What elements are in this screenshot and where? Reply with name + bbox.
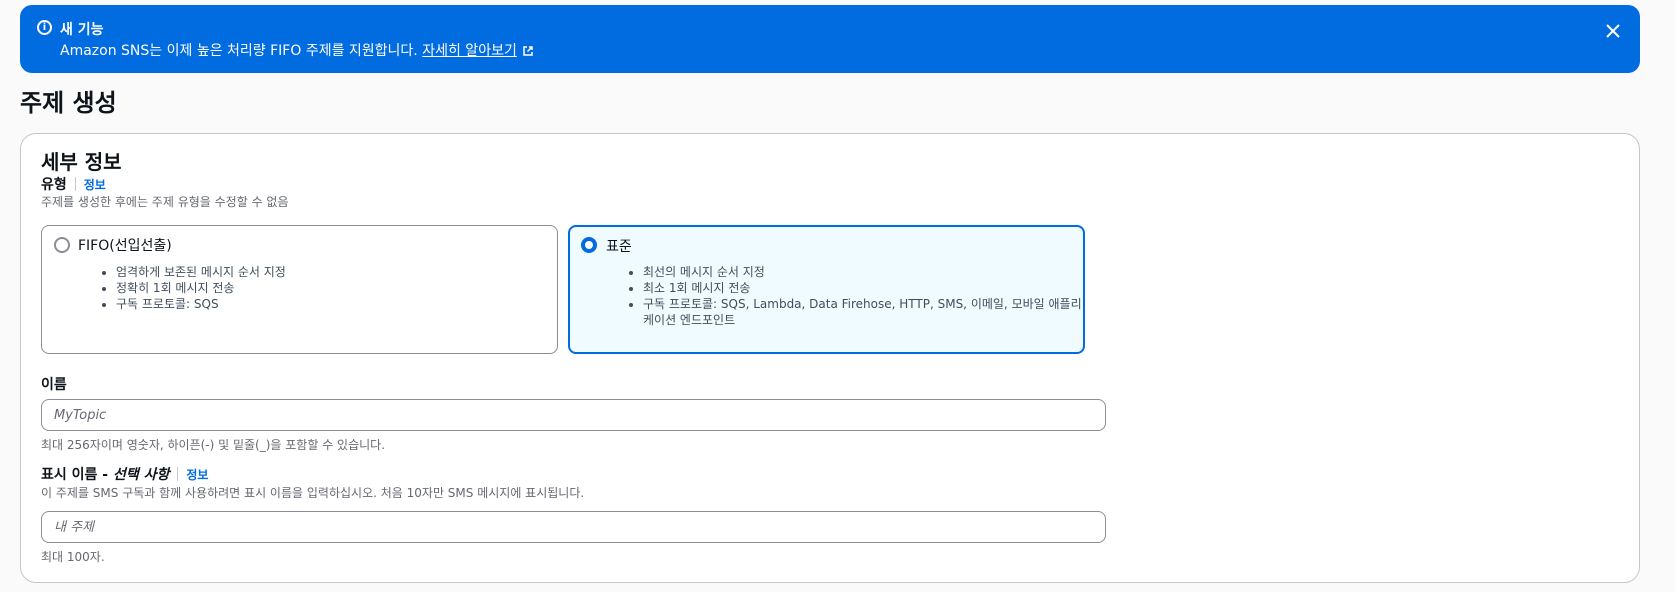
flash-title: 새 기능 [60,22,104,38]
display-name-info-link[interactable]: 정보 [186,468,208,482]
standard-radio[interactable] [581,237,597,253]
list-item: 최소 1회 메시지 전송 [643,280,1083,296]
close-icon[interactable] [1602,20,1624,42]
learn-more-link[interactable]: 자세히 알아보기 [422,43,517,59]
name-hint: 최대 256자이며 영숫자, 하이픈(-) 및 밑줄(_)을 포함할 수 있습니… [41,438,386,452]
list-item: 엄격하게 보존된 메시지 순서 지정 [116,264,556,280]
info-icon: i [37,20,52,35]
type-label-row: 유형 정보 [41,174,106,194]
standard-features: 최선의 메시지 순서 지정 최소 1회 메시지 전송 구독 프로토콜: SQS,… [627,264,1083,328]
flash-notification: i 새 기능 Amazon SNS는 이제 높은 처리량 FIFO 주제를 지원… [20,5,1640,73]
display-name-description: 이 주제를 SMS 구독과 함께 사용하려면 표시 이름을 입력하십시오. 처음… [41,486,585,500]
display-name-label: 표시 이름 - [41,467,113,483]
details-title: 세부 정보 [41,150,122,174]
list-item: 구독 프로토콜: SQS [116,296,556,312]
fifo-label: FIFO(선입선출) [78,238,172,254]
standard-label: 표준 [606,239,632,255]
list-item: 정확히 1회 메시지 전송 [116,280,556,296]
external-link-icon [523,46,533,56]
flash-message-row: Amazon SNS는 이제 높은 처리량 FIFO 주제를 지원합니다. 자세… [60,40,533,60]
flash-message: Amazon SNS는 이제 높은 처리량 FIFO 주제를 지원합니다. [60,43,423,59]
type-option-standard[interactable]: 표준 최선의 메시지 순서 지정 최소 1회 메시지 전송 구독 프로토콜: S… [568,225,1085,354]
type-option-fifo[interactable]: FIFO(선입선출) 엄격하게 보존된 메시지 순서 지정 정확히 1회 메시지… [41,225,558,354]
page-title: 주제 생성 [20,89,117,117]
type-label: 유형 [41,177,67,193]
type-hint: 주제를 생성한 후에는 주제 유형을 수정할 수 없음 [41,195,289,209]
divider [74,177,76,191]
list-item: 최선의 메시지 순서 지정 [643,264,1083,280]
optional-label: 선택 사항 [112,467,170,483]
display-name-input[interactable] [41,511,1106,543]
name-input[interactable] [41,399,1106,431]
type-info-link[interactable]: 정보 [84,178,106,192]
divider [177,467,179,481]
fifo-radio[interactable] [54,237,70,253]
fifo-features: 엄격하게 보존된 메시지 순서 지정 정확히 1회 메시지 전송 구독 프로토콜… [100,264,556,312]
display-name-hint: 최대 100자. [41,550,105,564]
display-name-label-row: 표시 이름 - 선택 사항 정보 [41,464,208,484]
details-container: 세부 정보 유형 정보 주제를 생성한 후에는 주제 유형을 수정할 수 없음 F… [20,133,1640,583]
list-item: 구독 프로토콜: SQS, Lambda, Data Firehose, HTT… [643,296,1083,328]
name-label: 이름 [41,377,67,393]
